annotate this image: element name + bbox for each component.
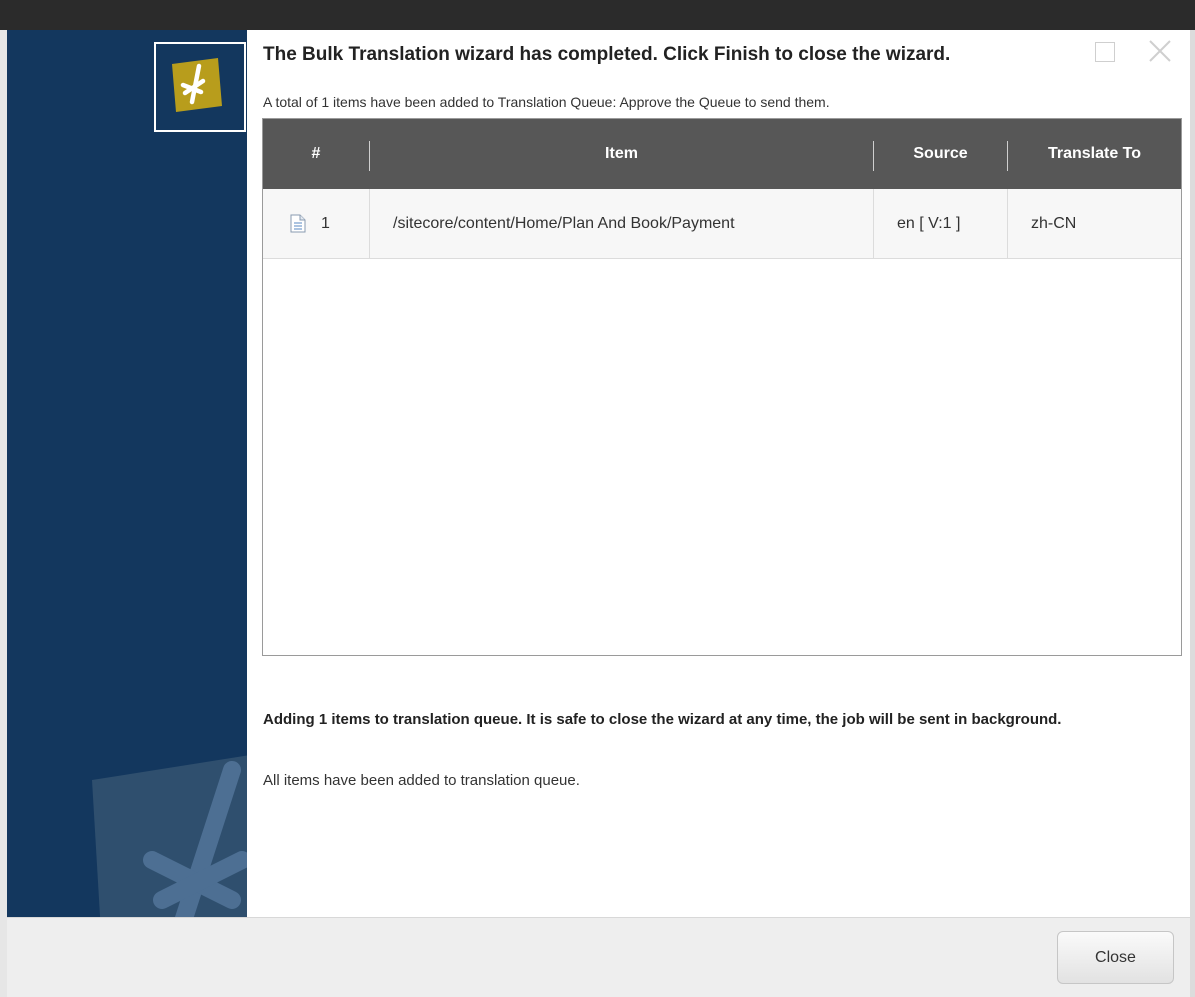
wizard-content: The Bulk Translation wizard has complete… — [247, 30, 1190, 917]
maximize-button[interactable] — [1095, 42, 1115, 62]
wizard-sidebar — [7, 30, 247, 917]
watermark-logo-icon — [92, 755, 247, 917]
close-button[interactable]: Close — [1057, 931, 1174, 984]
column-header-translate-to[interactable]: Translate To — [1008, 119, 1181, 189]
progress-suffix: items to translation queue. It is safe t… — [327, 711, 1062, 728]
cell-divider — [873, 189, 874, 258]
cell-divider — [369, 189, 370, 258]
table-header: # Item Source Translate To — [263, 119, 1181, 189]
progress-prefix: Adding — [263, 711, 319, 728]
table-row[interactable]: 1 /sitecore/content/Home/Plan And Book/P… — [263, 189, 1181, 259]
window-title-bar — [0, 0, 1195, 30]
source-language: en [ V:1 ] — [897, 215, 961, 232]
target-language: zh-CN — [1031, 215, 1077, 232]
translation-table: # Item Source Translate To 1 /sitecore/c… — [262, 118, 1182, 656]
cell-divider — [1007, 189, 1008, 258]
row-number: 1 — [321, 215, 330, 232]
column-header-source[interactable]: Source — [874, 119, 1007, 189]
column-header-item[interactable]: Item — [370, 119, 873, 189]
window-left-edge — [0, 30, 7, 997]
column-header-number[interactable]: # — [263, 119, 369, 189]
window-right-edge — [1190, 30, 1195, 997]
progress-message: Adding 1 items to translation queue. It … — [263, 710, 1143, 729]
close-window-icon[interactable] — [1147, 38, 1173, 64]
dialog-subtitle: A total of 1 items have been added to Tr… — [263, 94, 830, 110]
dialog-title: The Bulk Translation wizard has complete… — [263, 44, 951, 65]
app-logo — [154, 42, 246, 132]
translation-logo-icon — [172, 58, 222, 112]
progress-count: 1 — [318, 711, 328, 728]
document-icon — [290, 214, 306, 233]
item-path: /sitecore/content/Home/Plan And Book/Pay… — [393, 215, 735, 232]
dialog-footer: Close — [7, 917, 1190, 997]
result-message: All items have been added to translation… — [263, 772, 580, 789]
